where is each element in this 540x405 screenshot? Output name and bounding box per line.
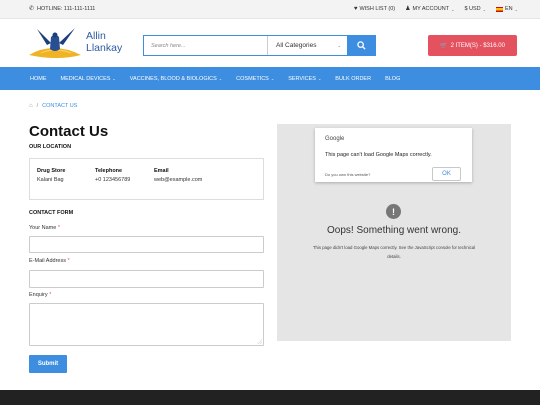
name-label: Your Name * xyxy=(29,225,60,231)
required-mark: * xyxy=(67,258,70,264)
dialog-message: This page can't load Google Maps correct… xyxy=(325,152,432,158)
chevron-down-icon: ⌄ xyxy=(270,76,275,81)
logo-text: Allin Llankay xyxy=(86,30,122,54)
email-label: Email xyxy=(154,168,169,174)
phone-icon: ✆ xyxy=(29,6,35,12)
nav-blog[interactable]: BLOG xyxy=(378,67,407,90)
cart-label: 2 ITEM(S) - $316.00 xyxy=(450,42,505,49)
breadcrumb: ⌂ / CONTACT US xyxy=(29,103,77,109)
required-mark: * xyxy=(49,292,52,298)
nav-label: VACCINES, BLOOD & BIOLOGICS xyxy=(129,75,217,82)
nav-label: MEDICAL DEVICES xyxy=(60,75,111,82)
home-icon[interactable]: ⌂ xyxy=(29,103,33,109)
page-title: Contact Us xyxy=(29,123,109,140)
ok-button[interactable]: OK xyxy=(432,167,461,181)
cart-button[interactable]: 🛒 2 ITEM(S) - $316.00 xyxy=(428,35,517,56)
phone-value: +0 123456789 xyxy=(95,177,131,183)
logo-line-2: Llankay xyxy=(86,42,123,54)
footer xyxy=(0,390,540,405)
resize-handle[interactable] xyxy=(257,339,262,344)
breadcrumb-separator: / xyxy=(36,103,39,109)
logo[interactable]: Allin Llankay xyxy=(27,25,137,63)
enquiry-textarea[interactable] xyxy=(29,303,264,346)
nav-bulk-order[interactable]: BULK ORDER xyxy=(328,67,378,90)
submit-button[interactable]: Submit xyxy=(29,355,67,373)
email-field-label: E-Mail Address * xyxy=(29,258,70,264)
error-title: Oops! Something went wrong. xyxy=(327,225,461,236)
own-site-link[interactable]: Do you own this website? xyxy=(325,172,370,177)
breadcrumb-contact[interactable]: CONTACT US xyxy=(42,103,77,109)
top-bar: ✆ HOTLINE: 111-111-1111 ♥ WISH LIST (0) … xyxy=(0,0,540,19)
error-icon: ! xyxy=(386,204,401,219)
main-nav: HOME MEDICAL DEVICES ⌄ VACCINES, BLOOD & … xyxy=(0,67,540,90)
nav-label: HOME xyxy=(30,75,47,82)
chevron-down-icon: ⌄ xyxy=(218,76,223,81)
account-label: MY ACCOUNT xyxy=(412,6,450,12)
category-selected: All Categories xyxy=(276,42,317,49)
wishlist-link[interactable]: ♥ WISH LIST (0) xyxy=(354,6,395,12)
location-box: Drug Store Kalani Bag Telephone +0 12345… xyxy=(29,158,264,200)
cart-icon: 🛒 xyxy=(440,42,448,49)
search-icon xyxy=(356,41,366,50)
heart-icon: ♥ xyxy=(353,6,358,12)
phone-info: Telephone +0 123456789 xyxy=(95,167,130,185)
map-embed[interactable]: Google This page can't load Google Maps … xyxy=(277,124,511,341)
email-field[interactable] xyxy=(29,270,264,288)
contact-form-heading: CONTACT FORM xyxy=(29,210,74,216)
account-menu[interactable]: ♟ MY ACCOUNT ⌄ xyxy=(405,6,454,12)
chevron-down-icon: ⌄ xyxy=(337,43,341,48)
language-menu[interactable]: EN ⌄ xyxy=(496,6,518,12)
search-bar: Search here... All Categories ⌄ xyxy=(143,35,376,56)
error-description: This page didn't load Google Maps correc… xyxy=(312,245,476,259)
name-field[interactable] xyxy=(29,236,264,253)
category-select[interactable]: All Categories ⌄ xyxy=(268,36,347,55)
google-label: Google xyxy=(325,136,345,142)
chevron-down-icon: ⌄ xyxy=(112,76,116,81)
nav-label: COSMETICS xyxy=(236,75,269,82)
language-label: EN xyxy=(505,6,513,12)
currency-label: $ USD xyxy=(464,6,481,12)
nav-services[interactable]: SERVICES ⌄ xyxy=(281,67,328,90)
condor-logo-icon xyxy=(29,28,81,58)
logo-line-1: Allin xyxy=(86,30,106,42)
name-label-text: Your Name xyxy=(29,225,57,231)
chevron-down-icon: ⌄ xyxy=(451,6,455,12)
store-label: Drug Store xyxy=(37,168,66,174)
location-heading: OUR LOCATION xyxy=(29,144,72,150)
google-maps-dialog: Google This page can't load Google Maps … xyxy=(315,128,472,182)
store-info: Drug Store Kalani Bag xyxy=(37,167,65,185)
spain-flag-icon xyxy=(496,6,503,12)
nav-vaccines[interactable]: VACCINES, BLOOD & BIOLOGICS ⌄ xyxy=(123,67,229,90)
required-mark: * xyxy=(57,225,60,231)
hotline: ✆ HOTLINE: 111-111-1111 xyxy=(29,6,95,12)
user-icon: ♟ xyxy=(405,6,411,12)
chevron-down-icon: ⌄ xyxy=(317,76,322,81)
email-value: web@example.com xyxy=(154,177,203,183)
email-label-text: E-Mail Address xyxy=(29,258,66,264)
enquiry-label-text: Enquiry xyxy=(29,292,48,298)
nav-cosmetics[interactable]: COSMETICS ⌄ xyxy=(229,67,281,90)
site-header: Allin Llankay Search here... All Categor… xyxy=(0,19,540,67)
enquiry-label: Enquiry * xyxy=(29,292,51,298)
chevron-down-icon: ⌄ xyxy=(482,6,486,12)
nav-label: SERVICES xyxy=(288,75,316,82)
search-input[interactable]: Search here... xyxy=(144,36,268,55)
wishlist-label: WISH LIST (0) xyxy=(359,6,396,12)
phone-label: Telephone xyxy=(95,168,123,174)
hotline-text: HOTLINE: 111-111-1111 xyxy=(37,6,96,12)
search-button[interactable] xyxy=(347,36,375,55)
email-info: Email web@example.com xyxy=(154,167,202,185)
store-value: Kalani Bag xyxy=(37,177,64,183)
nav-label: BLOG xyxy=(385,75,401,82)
nav-medical-devices[interactable]: MEDICAL DEVICES ⌄ xyxy=(54,67,123,90)
nav-label: BULK ORDER xyxy=(335,75,372,82)
currency-menu[interactable]: $ USD ⌄ xyxy=(464,6,486,12)
nav-home[interactable]: HOME xyxy=(23,67,54,90)
chevron-down-icon: ⌄ xyxy=(514,6,518,12)
